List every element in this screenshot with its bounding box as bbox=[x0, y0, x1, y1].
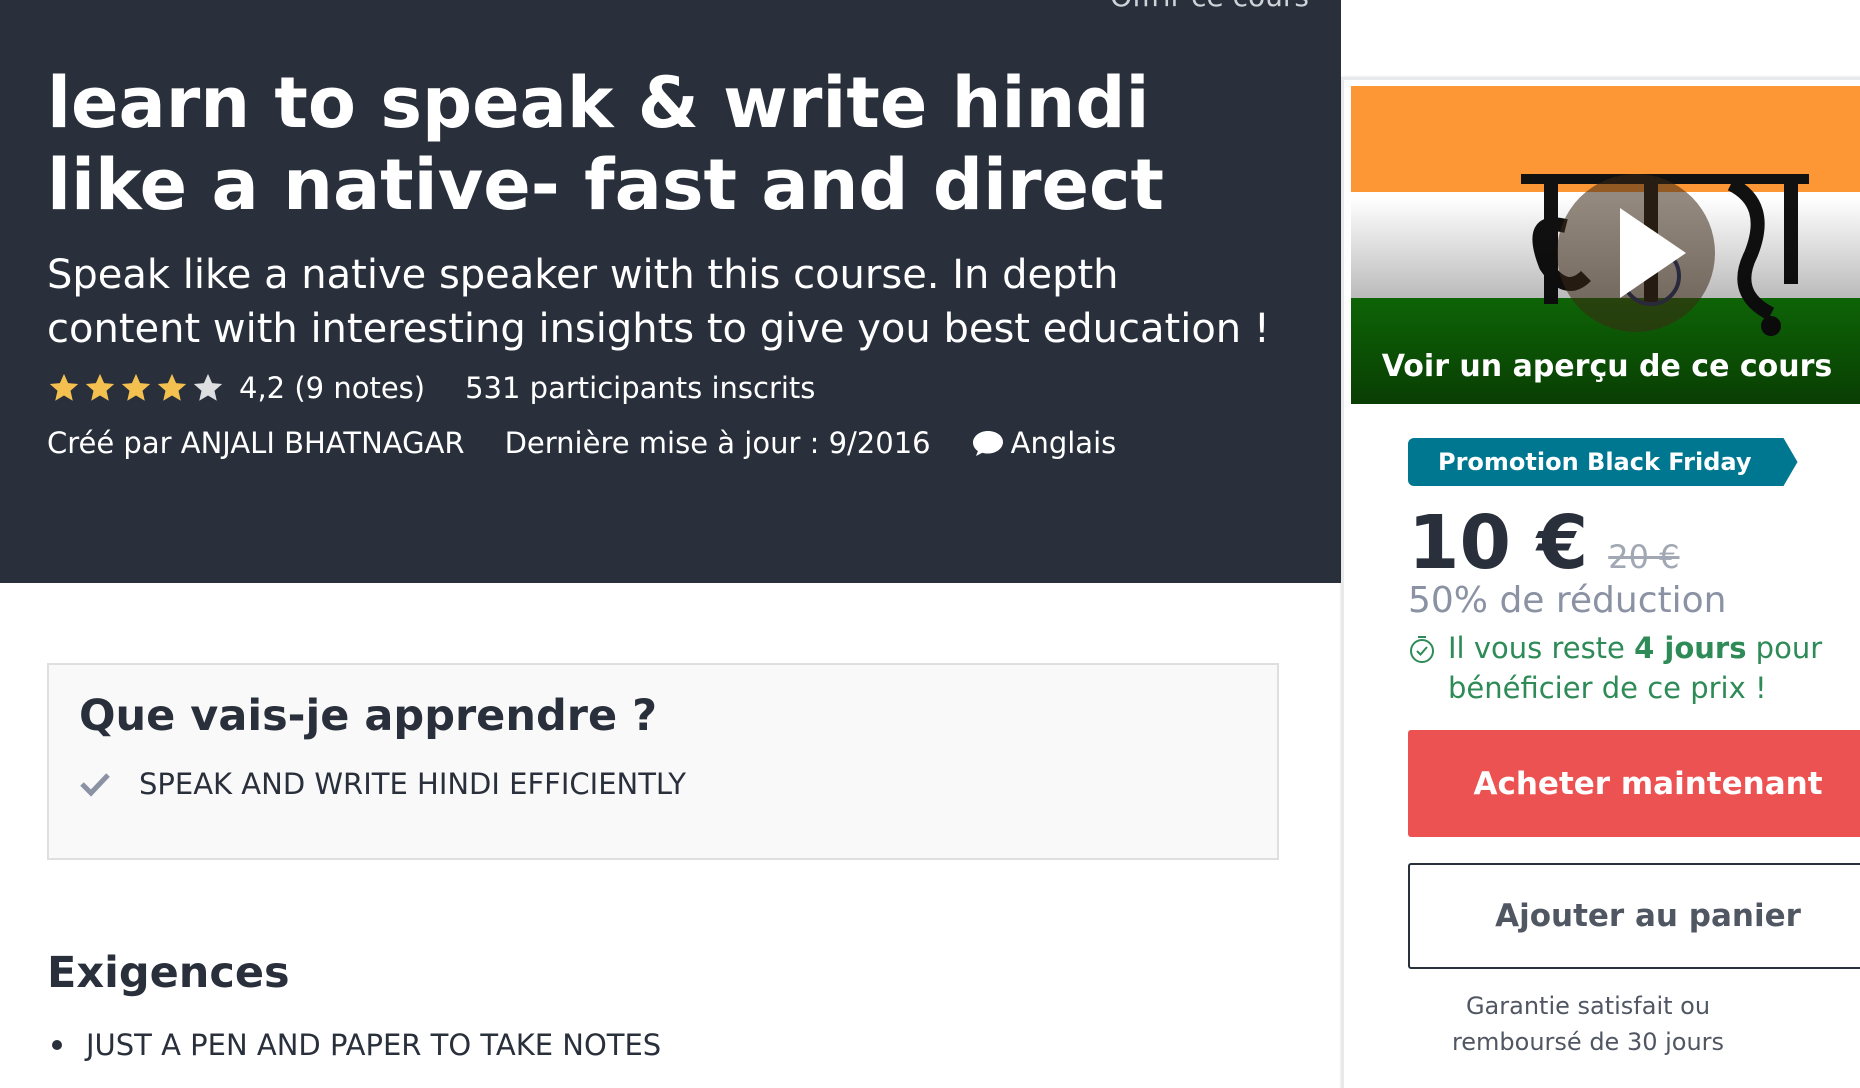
add-to-cart-button[interactable]: Ajouter au panier bbox=[1408, 863, 1860, 969]
star-icon bbox=[85, 373, 115, 401]
discount-label: 50% de réduction bbox=[1408, 580, 1727, 621]
buy-now-button[interactable]: Acheter maintenant bbox=[1408, 730, 1860, 837]
current-price: 10 € bbox=[1408, 500, 1589, 586]
preview-label: Voir un aperçu de ce cours bbox=[1381, 349, 1833, 384]
timer-notice: Il vous reste 4 jours pour bénéficier de… bbox=[1408, 628, 1828, 708]
course-hero: Offrir ce cours learn to speak & write h… bbox=[0, 0, 1341, 583]
course-title: learn to speak & write hindi like a nati… bbox=[47, 62, 1164, 226]
timer-prefix: Il vous reste bbox=[1448, 631, 1635, 665]
what-you-learn-box: Que vais-je apprendre ? SPEAK AND WRITE … bbox=[47, 663, 1279, 860]
speech-bubble-icon bbox=[972, 431, 1003, 456]
play-icon bbox=[1620, 208, 1686, 298]
meta-row: Créé par ANJALI BHATNAGAR Dernière mise … bbox=[47, 422, 1156, 464]
money-back-guarantee: Garantie satisfait ou remboursé de 30 jo… bbox=[1451, 992, 1725, 1056]
enrolled-count: 531 participants inscrits bbox=[465, 371, 816, 405]
original-price: 20 € bbox=[1608, 538, 1680, 576]
gift-course-link[interactable]: Offrir ce cours bbox=[1110, 0, 1309, 13]
requirements-title: Exigences bbox=[47, 948, 290, 998]
language: Anglais bbox=[971, 426, 1117, 460]
check-icon bbox=[80, 773, 110, 797]
rating-row: 4,2 (9 notes) 531 participants inscrits bbox=[47, 368, 815, 408]
star-icon bbox=[49, 373, 79, 401]
star-icon bbox=[157, 373, 187, 401]
price-row: 10 € 20 € bbox=[1408, 500, 1679, 586]
course-subtitle: Speak like a native speaker with this co… bbox=[47, 252, 1270, 352]
language-label: Anglais bbox=[1010, 426, 1117, 460]
timer-days: 4 jours bbox=[1634, 631, 1747, 665]
timer-text: Il vous reste 4 jours pour bénéficier de… bbox=[1448, 628, 1828, 708]
author-line[interactable]: Créé par ANJALI BHATNAGAR bbox=[47, 426, 465, 460]
star-icon bbox=[193, 373, 223, 401]
promo-badge: Promotion Black Friday bbox=[1408, 438, 1798, 486]
rating-stars bbox=[47, 371, 225, 405]
what-you-learn-title: Que vais-je apprendre ? bbox=[79, 691, 658, 741]
requirement-text: JUST A PEN AND PAPER TO TAKE NOTES bbox=[86, 1028, 662, 1062]
timer-icon bbox=[1410, 636, 1434, 663]
preview-video[interactable]: Voir un aperçu de ce cours bbox=[1351, 86, 1860, 404]
bullet-icon bbox=[52, 1040, 62, 1050]
rating-text[interactable]: 4,2 (9 notes) bbox=[239, 371, 425, 405]
requirement-item: JUST A PEN AND PAPER TO TAKE NOTES bbox=[52, 1028, 661, 1062]
star-icon bbox=[121, 373, 151, 401]
learn-item-text: SPEAK AND WRITE HINDI EFFICIENTLY bbox=[139, 767, 686, 801]
purchase-card: Voir un aperçu de ce cours Promotion Bla… bbox=[1341, 77, 1860, 1088]
last-updated: Dernière mise à jour : 9/2016 bbox=[504, 426, 931, 460]
learn-item: SPEAK AND WRITE HINDI EFFICIENTLY bbox=[79, 767, 686, 801]
